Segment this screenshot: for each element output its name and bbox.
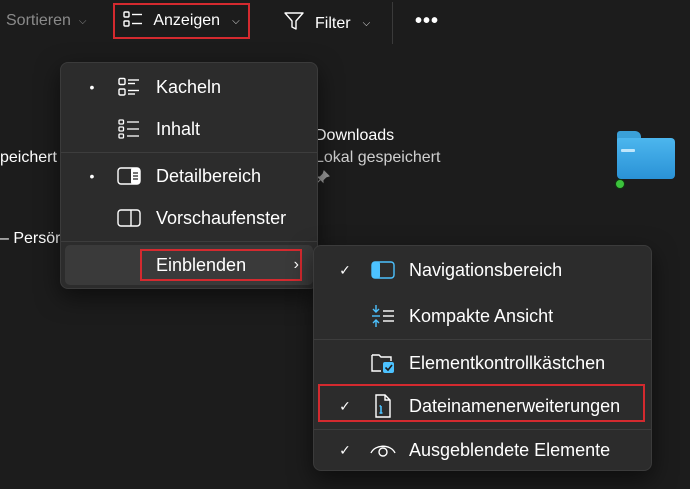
- menu-item-label: Elementkontrollkästchen: [409, 352, 606, 373]
- chevron-right-icon: ›: [293, 256, 299, 273]
- menu-item-details-pane[interactable]: • Detailbereich: [65, 156, 313, 196]
- details-pane-icon: [117, 165, 141, 187]
- preview-pane-icon: [117, 207, 141, 229]
- menu-item-label: Kompakte Ansicht: [409, 305, 554, 326]
- menu-item-label: Ausgeblendete Elemente: [409, 439, 611, 460]
- navigation-pane-icon: [370, 258, 396, 282]
- checkmark-icon: ✓: [339, 441, 351, 458]
- menu-item-show-submenu[interactable]: Einblenden ›: [65, 245, 313, 285]
- folder-status: Lokal gespeichert: [315, 149, 441, 166]
- menu-item-label: Inhalt: [156, 118, 201, 139]
- menu-item-item-checkboxes[interactable]: Elementkontrollkästchen: [318, 343, 647, 383]
- command-bar: Sortieren ⌵ Anzeigen ⌵ Filter ⌵ •••: [0, 0, 690, 45]
- show-view-label: Anzeigen: [153, 12, 221, 29]
- menu-item-navigation-pane[interactable]: ✓ Navigationsbereich: [318, 250, 647, 290]
- menu-item-label: Navigationsbereich: [409, 259, 563, 280]
- tiles-icon: [117, 76, 141, 98]
- sort-button[interactable]: Sortieren ⌵: [6, 12, 87, 30]
- menu-item-label: Dateinamenerweiterungen: [409, 395, 621, 416]
- show-submenu: ✓ Navigationsbereich Kompakte Ansicht El…: [313, 245, 652, 471]
- chevron-down-icon: ⌵: [232, 15, 240, 27]
- filter-button[interactable]: Filter ⌵: [283, 11, 370, 36]
- menu-item-label: Detailbereich: [156, 165, 262, 186]
- menu-divider: [314, 339, 651, 340]
- menu-item-tiles[interactable]: • Kacheln: [65, 67, 313, 107]
- more-options-button[interactable]: •••: [415, 10, 439, 33]
- menu-item-file-name-extensions[interactable]: ✓ Dateinamenerweiterungen: [318, 386, 647, 426]
- menu-item-preview-pane[interactable]: Vorschaufenster: [65, 198, 313, 238]
- more-dots-icon: •••: [415, 10, 440, 32]
- menu-divider: [61, 152, 317, 153]
- menu-item-label: Vorschaufenster: [156, 207, 287, 228]
- item-checkboxes-icon: [370, 351, 396, 375]
- checkmark-icon: ✓: [339, 261, 351, 278]
- filter-label: Filter: [315, 14, 351, 32]
- menu-item-label: Einblenden: [156, 254, 247, 275]
- show-view-button[interactable]: Anzeigen ⌵: [113, 3, 250, 39]
- file-extension-icon: [370, 394, 396, 418]
- selected-dot-icon: •: [89, 79, 95, 95]
- file-item-partial-name: – Persör: [0, 230, 61, 247]
- sync-status-icon: [615, 179, 625, 189]
- checkmark-icon: ✓: [339, 397, 351, 414]
- menu-item-hidden-items[interactable]: ✓ Ausgeblendete Elemente: [318, 430, 647, 470]
- view-menu: • Kacheln Inhalt • Detailbereich Vorscha…: [60, 62, 318, 289]
- selected-dot-icon: •: [89, 168, 95, 184]
- menu-item-label: Kacheln: [156, 76, 222, 97]
- menu-item-compact-view[interactable]: Kompakte Ansicht: [318, 296, 647, 336]
- hidden-items-eye-icon: [370, 438, 396, 462]
- file-item-partial-status: peichert: [0, 149, 57, 166]
- content-icon: [117, 118, 141, 140]
- chevron-down-icon: ⌵: [362, 18, 371, 29]
- filter-funnel-icon: [283, 11, 305, 36]
- pin-icon: [316, 170, 330, 187]
- folder-icon[interactable]: [617, 131, 675, 179]
- menu-item-content[interactable]: Inhalt: [65, 109, 313, 149]
- sort-label: Sortieren: [6, 12, 71, 29]
- toolbar-divider: [392, 2, 393, 44]
- folder-name[interactable]: Downloads: [315, 127, 394, 145]
- view-layout-icon: [123, 10, 143, 32]
- menu-divider: [61, 241, 317, 242]
- compact-view-icon: [370, 304, 396, 328]
- chevron-down-icon: ⌵: [78, 15, 87, 27]
